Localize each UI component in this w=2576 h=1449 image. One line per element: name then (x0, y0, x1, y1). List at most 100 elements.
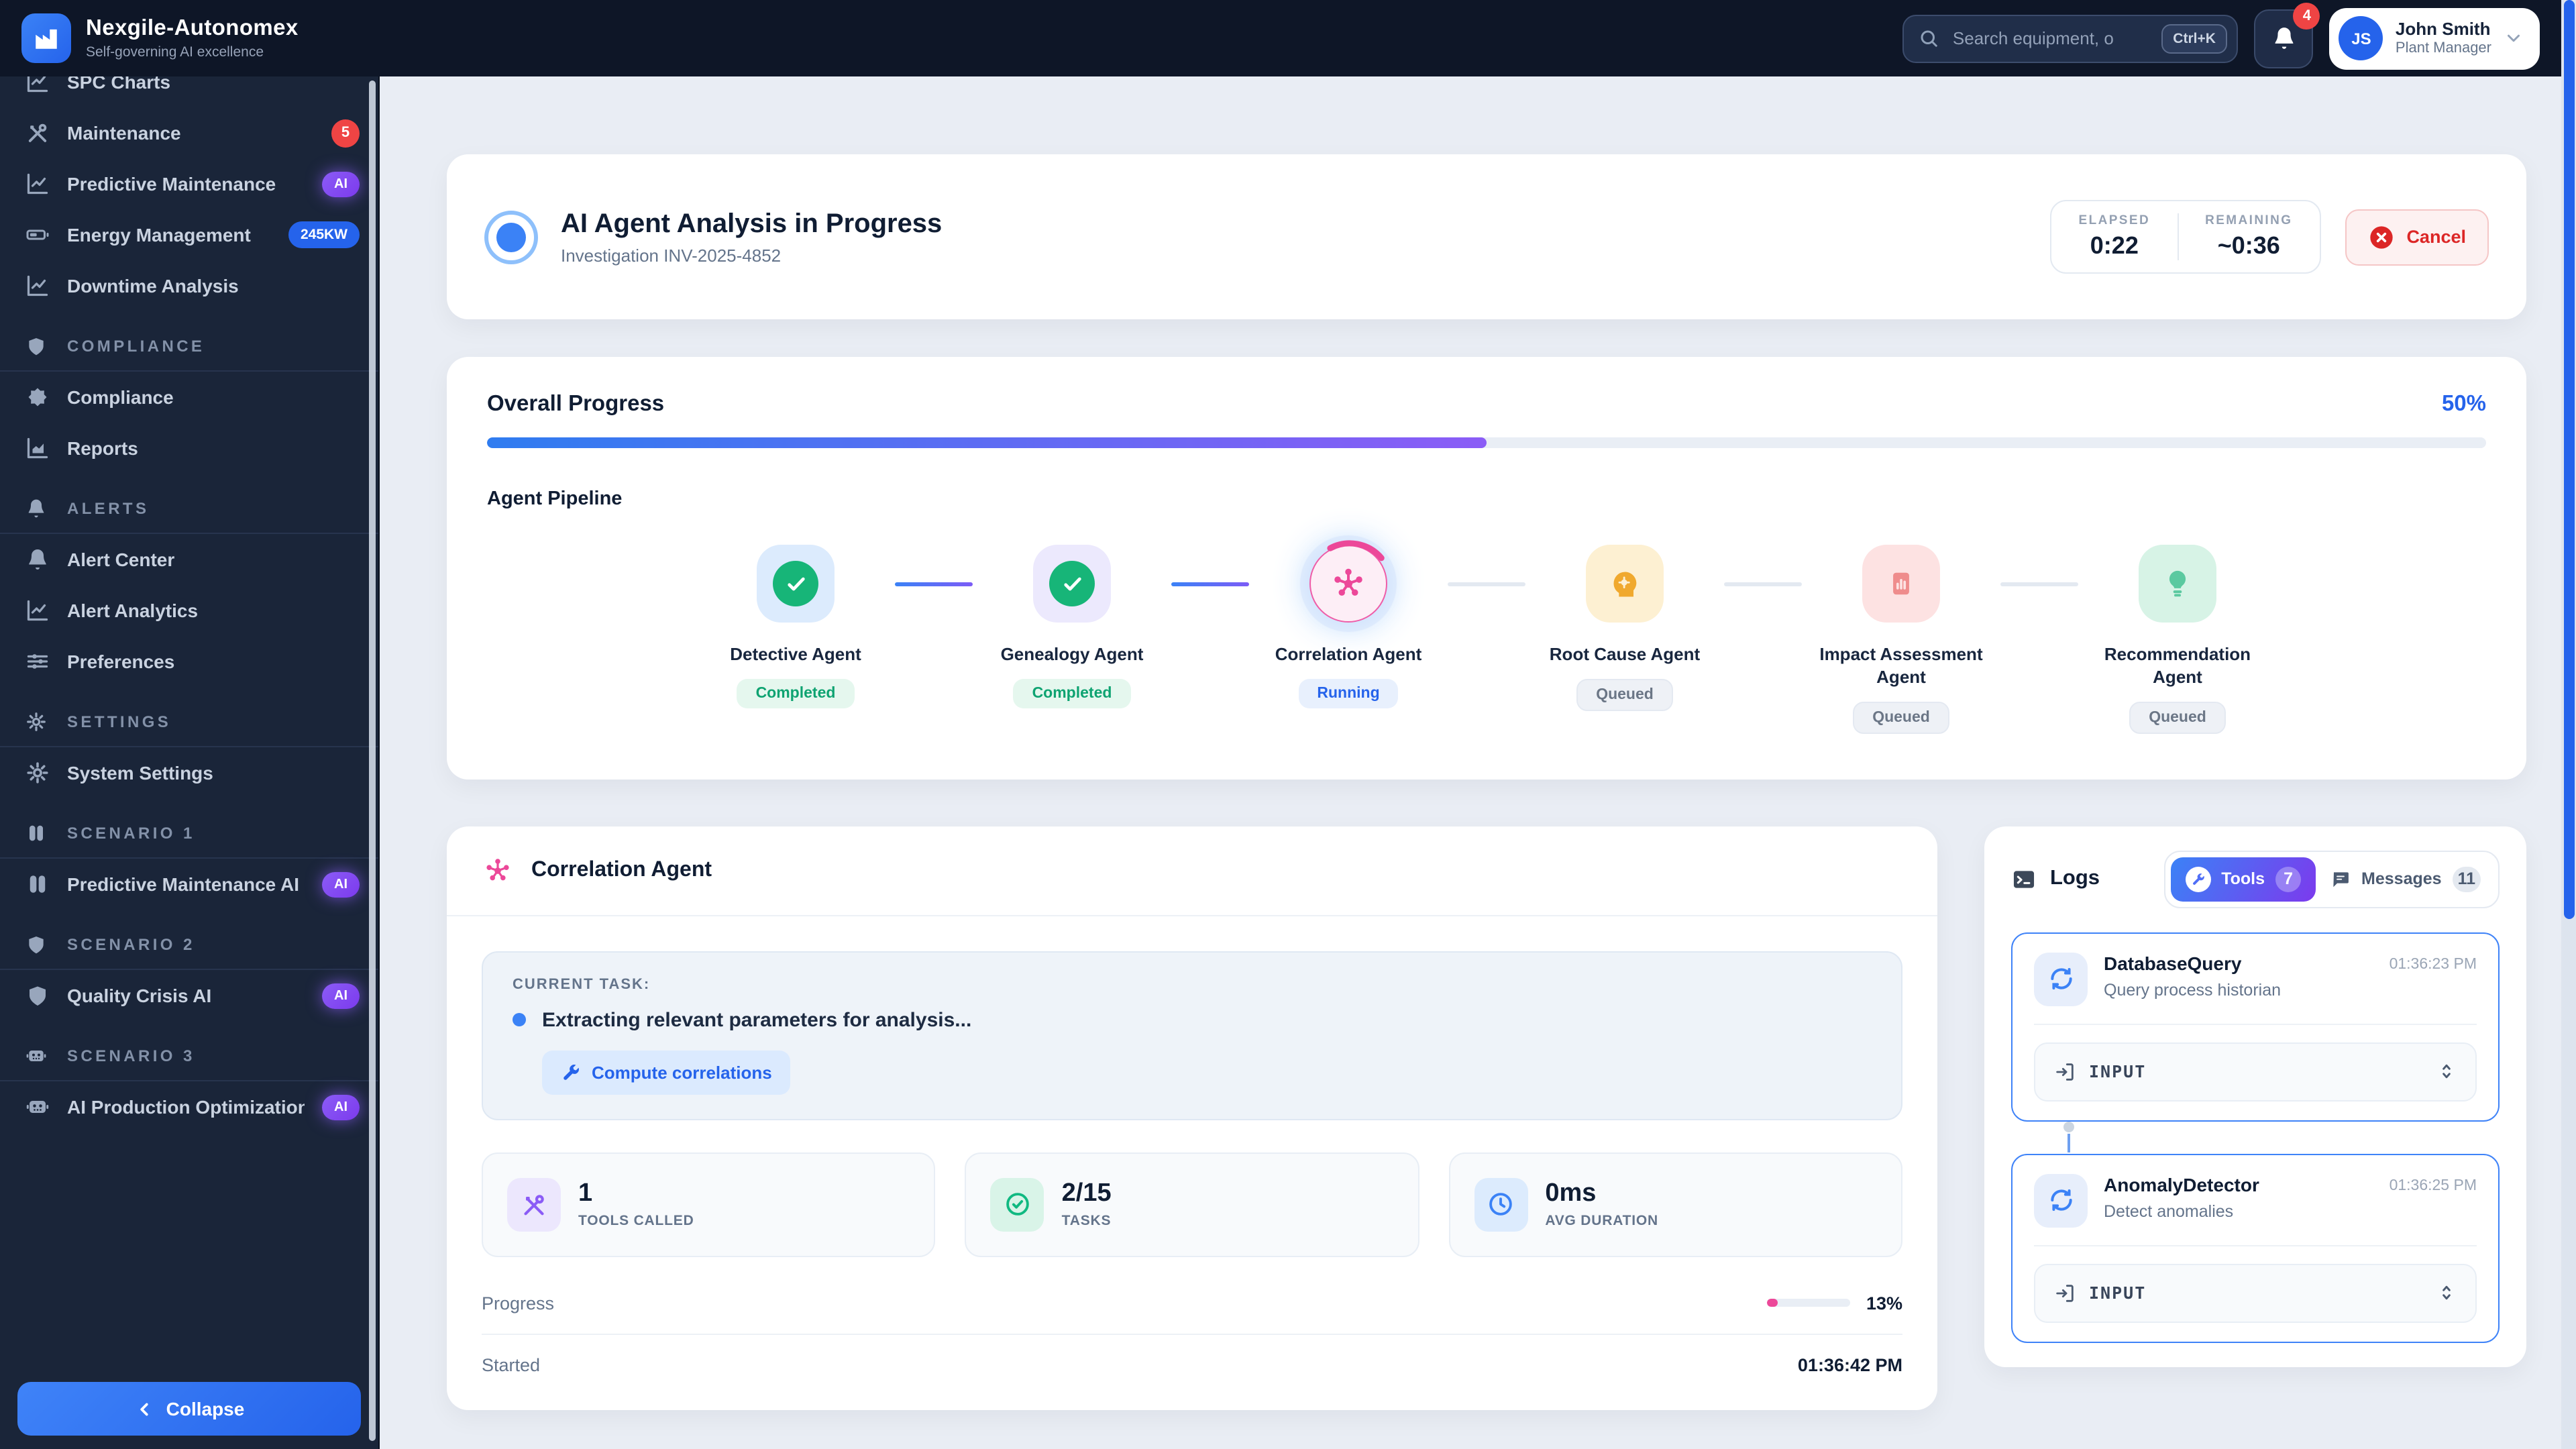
remaining-label: REMAINING (2205, 213, 2292, 228)
analysis-header-card: AI Agent Analysis in Progress Investigat… (447, 154, 2526, 319)
shield-icon (25, 334, 50, 358)
pipeline-agent-correlation[interactable]: Correlation Agent Running (1249, 545, 1448, 708)
overall-progress-title: Overall Progress (487, 392, 664, 417)
started-label: Started (482, 1355, 540, 1375)
sidebar-item-reports[interactable]: Reports (0, 423, 378, 474)
search-input[interactable] (1950, 27, 2151, 50)
status-badge: Running (1298, 679, 1398, 708)
sidebar-item-maintenance[interactable]: Maintenance 5 (0, 107, 378, 158)
cancel-button[interactable]: Cancel (2345, 209, 2489, 265)
agent-card-title: Correlation Agent (531, 859, 712, 883)
tab-tools[interactable]: Tools 7 (2170, 857, 2316, 902)
sidebar-section-alerts: ALERTS (0, 484, 378, 534)
sidebar-item-compliance[interactable]: Compliance (0, 372, 378, 423)
chart-area-icon (25, 436, 50, 460)
bell-icon (2271, 25, 2297, 51)
gear-icon (25, 761, 50, 785)
sidebar-item-spc-charts[interactable]: SPC Charts (0, 76, 378, 107)
check-circle-icon (1049, 561, 1095, 606)
sidebar-item-preferences[interactable]: Preferences (0, 636, 378, 687)
tools-icon (507, 1178, 561, 1232)
sliders-icon (25, 649, 50, 674)
tools-count-badge: 7 (2275, 867, 2301, 892)
sidebar-item-ai-production-optimization[interactable]: AI Production Optimization AI (0, 1081, 378, 1132)
status-badge: Completed (737, 679, 855, 708)
wrench-icon (561, 1063, 581, 1083)
pipeline-connector (1448, 582, 1525, 586)
shield-icon (25, 932, 50, 957)
notification-count-badge: 4 (2294, 2, 2320, 29)
user-role: Plant Manager (2396, 40, 2491, 56)
check-circle-icon (991, 1178, 1044, 1232)
network-hub-icon (482, 855, 514, 887)
sidebar-item-system-settings[interactable]: System Settings (0, 747, 378, 798)
log-entry-anomalydetector[interactable]: AnomalyDetector Detect anomalies 01:36:2… (2011, 1154, 2500, 1343)
status-badge: Completed (1014, 679, 1131, 708)
count-badge: 5 (331, 119, 360, 147)
log-timestamp: 01:36:23 PM (2390, 953, 2477, 973)
bell-icon (25, 547, 50, 572)
log-in-icon (2054, 1283, 2076, 1304)
sidebar-section-compliance: COMPLIANCE (0, 322, 378, 372)
chart-line-icon (25, 76, 50, 94)
chevrons-up-down-icon (2436, 1062, 2457, 1082)
user-menu[interactable]: JS John Smith Plant Manager (2330, 7, 2540, 69)
sidebar-item-energy-management[interactable]: Energy Management 245KW (0, 209, 378, 260)
input-section-toggle[interactable]: INPUT (2034, 1264, 2477, 1323)
log-entry-databasequery[interactable]: DatabaseQuery Query process historian 01… (2011, 932, 2500, 1122)
sync-icon (2034, 1174, 2088, 1228)
sidebar-item-predictive-maintenance-ai[interactable]: Predictive Maintenance AI AI (0, 859, 378, 910)
sidebar-item-alert-analytics[interactable]: Alert Analytics (0, 585, 378, 636)
collapse-sidebar-button[interactable]: Collapse (17, 1382, 361, 1436)
sidebar-item-quality-crisis-ai[interactable]: Quality Crisis AI AI (0, 970, 378, 1021)
factory-icon (32, 24, 60, 52)
page-scrollbar[interactable] (2561, 0, 2576, 1449)
activity-dot (513, 1014, 526, 1027)
brand: Nexgile-Autonomex Self-governing AI exce… (21, 13, 299, 63)
chart-line-icon (25, 274, 50, 298)
document-chart-icon (1884, 566, 1919, 601)
clock-icon (1474, 1178, 1527, 1232)
sidebar-item-predictive-maintenance[interactable]: Predictive Maintenance AI (0, 158, 378, 209)
kw-badge: 245KW (288, 221, 360, 248)
agent-pipeline-title: Agent Pipeline (487, 488, 2486, 510)
main-content: AI Agent Analysis in Progress Investigat… (380, 76, 2561, 1449)
sidebar-item-downtime-analysis[interactable]: Downtime Analysis (0, 260, 378, 311)
terminal-icon (2011, 867, 2037, 892)
sidebar: SPC Charts Maintenance 5 Predictive Main… (0, 76, 380, 1449)
sidebar-item-alert-center[interactable]: Alert Center (0, 534, 378, 585)
pipeline-agent-genealogy[interactable]: Genealogy Agent Completed (973, 545, 1171, 708)
search-bar[interactable]: Ctrl+K (1903, 14, 2239, 62)
current-task-text: Extracting relevant parameters for analy… (542, 1009, 971, 1032)
pipeline-agent-root-cause[interactable]: Root Cause Agent Queued (1525, 545, 1724, 711)
pipeline-agent-detective[interactable]: Detective Agent Completed (696, 545, 895, 708)
sidebar-section-scenario-3: SCENARIO 3 (0, 1032, 378, 1081)
agent-progress-bar (1767, 1299, 1850, 1307)
compute-correlations-chip[interactable]: Compute correlations (542, 1051, 791, 1095)
status-badge: Queued (1576, 679, 1674, 711)
app-title: Nexgile-Autonomex (86, 16, 299, 42)
remaining-value: ~0:36 (2205, 232, 2292, 260)
brain-icon (25, 872, 50, 896)
robot-icon (25, 1044, 50, 1068)
chevrons-up-down-icon (2436, 1283, 2457, 1303)
logs-panel: Logs Tools 7 Messages 11 (1984, 826, 2526, 1367)
page-scrollbar-thumb[interactable] (2563, 0, 2574, 919)
battery-icon (25, 223, 50, 247)
app-logo (21, 13, 71, 63)
notifications-button[interactable]: 4 (2255, 9, 2314, 68)
message-square-icon (2330, 869, 2351, 890)
pipeline-agent-impact-assessment[interactable]: Impact Assessment Agent Queued (1802, 545, 2000, 734)
log-in-icon (2054, 1061, 2076, 1083)
current-task-panel: CURRENT TASK: Extracting relevant parame… (482, 951, 1902, 1120)
messages-count-badge: 11 (2453, 867, 2481, 892)
sync-icon (2034, 953, 2088, 1006)
tab-messages[interactable]: Messages 11 (2318, 857, 2493, 902)
pipeline-agent-recommendation[interactable]: Recommendation Agent Queued (2078, 545, 2277, 734)
chevron-down-icon (2504, 28, 2524, 48)
input-section-toggle[interactable]: INPUT (2034, 1042, 2477, 1102)
x-circle-icon (2367, 223, 2394, 250)
user-name: John Smith (2396, 20, 2491, 40)
overall-progress-percent: 50% (2442, 392, 2486, 417)
sidebar-scrollbar[interactable] (369, 80, 376, 1441)
